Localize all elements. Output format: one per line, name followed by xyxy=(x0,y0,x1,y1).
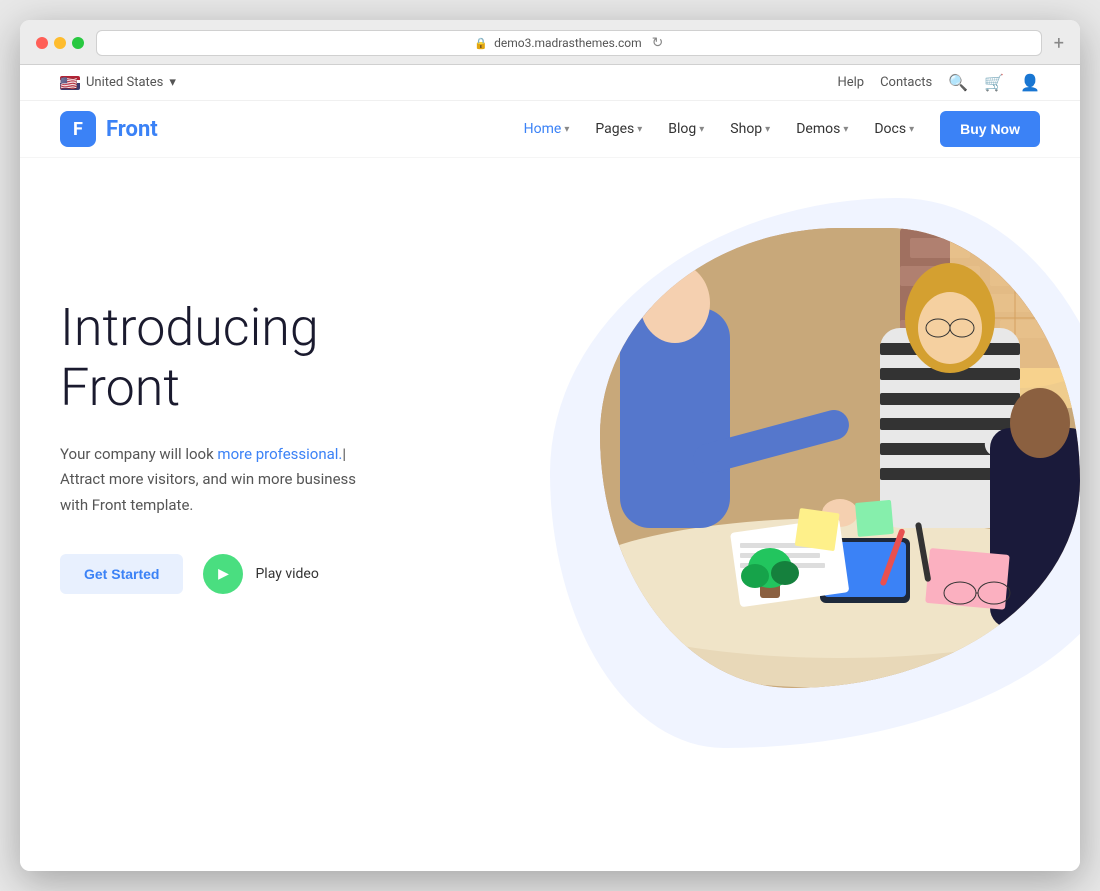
play-icon: ▶ xyxy=(203,554,243,594)
logo-icon: F xyxy=(60,111,96,147)
top-bar: 🇺🇸 United States ▾ Help Contacts 🔍 🛒 👤 xyxy=(20,65,1080,101)
nav-item-blog[interactable]: Blog ▾ xyxy=(658,115,714,143)
hero-desc-pipe: | xyxy=(342,445,346,463)
hero-title-line1: Introducing xyxy=(60,297,319,358)
lock-icon: 🔒 xyxy=(474,37,488,50)
nav-pages-chevron: ▾ xyxy=(637,124,642,135)
locale-selector[interactable]: 🇺🇸 United States ▾ xyxy=(60,75,176,90)
help-link[interactable]: Help xyxy=(837,75,864,90)
nav-home-chevron: ▾ xyxy=(564,124,569,135)
hero-desc-highlight: more professional. xyxy=(217,445,342,463)
search-icon[interactable]: 🔍 xyxy=(948,73,968,92)
nav-item-docs[interactable]: Docs ▾ xyxy=(864,115,924,143)
office-photo xyxy=(600,228,1080,688)
nav-docs-chevron: ▾ xyxy=(909,124,914,135)
office-svg xyxy=(600,228,1080,688)
logo-letter: F xyxy=(73,119,83,140)
hero-actions: Get Started ▶ Play video xyxy=(60,554,510,594)
hero-section: Introducing Front Your company will look… xyxy=(20,158,1080,871)
hero-image xyxy=(600,228,1080,688)
nav-home-label: Home xyxy=(524,121,562,137)
logo[interactable]: F Front xyxy=(60,111,158,147)
play-video-button[interactable]: ▶ Play video xyxy=(203,554,318,594)
nav-demos-chevron: ▾ xyxy=(843,124,848,135)
nav-shop-label: Shop xyxy=(730,121,762,137)
nav-links: Home ▾ Pages ▾ Blog ▾ Shop ▾ Demos ▾ xyxy=(514,111,1040,147)
user-icon[interactable]: 👤 xyxy=(1020,73,1040,92)
hero-title: Introducing Front xyxy=(60,298,510,418)
minimize-button[interactable] xyxy=(54,37,66,49)
nav-pages-label: Pages xyxy=(595,121,634,137)
hero-desc-after: Attract more visitors, and win more busi… xyxy=(60,470,356,514)
hero-visual xyxy=(540,188,1080,748)
nav-item-shop[interactable]: Shop ▾ xyxy=(720,115,780,143)
buy-now-button[interactable]: Buy Now xyxy=(940,111,1040,147)
browser-chrome: 🔒 demo3.madrasthemes.com ↻ + xyxy=(20,20,1080,65)
flag-icon: 🇺🇸 xyxy=(60,76,80,90)
address-bar[interactable]: 🔒 demo3.madrasthemes.com ↻ xyxy=(96,30,1042,56)
play-video-label: Play video xyxy=(255,566,318,582)
new-tab-button[interactable]: + xyxy=(1054,33,1064,54)
locale-text: United States xyxy=(86,75,163,90)
website-content: 🇺🇸 United States ▾ Help Contacts 🔍 🛒 👤 F… xyxy=(20,65,1080,871)
url-text: demo3.madrasthemes.com xyxy=(494,36,642,50)
maximize-button[interactable] xyxy=(72,37,84,49)
top-bar-right: Help Contacts 🔍 🛒 👤 xyxy=(837,73,1040,92)
main-nav: F Front Home ▾ Pages ▾ Blog ▾ Shop xyxy=(20,101,1080,158)
nav-demos-label: Demos xyxy=(796,121,840,137)
get-started-button[interactable]: Get Started xyxy=(60,554,183,594)
nav-blog-chevron: ▾ xyxy=(699,124,704,135)
hero-title-line2: Front xyxy=(60,357,180,418)
logo-text: Front xyxy=(106,117,158,142)
cart-icon[interactable]: 🛒 xyxy=(984,73,1004,92)
browser-window: 🔒 demo3.madrasthemes.com ↻ + 🇺🇸 United S… xyxy=(20,20,1080,871)
nav-item-home[interactable]: Home ▾ xyxy=(514,115,580,143)
hero-desc-before: Your company will look xyxy=(60,445,217,463)
locale-chevron: ▾ xyxy=(169,75,176,90)
nav-item-pages[interactable]: Pages ▾ xyxy=(585,115,652,143)
hero-content: Introducing Front Your company will look… xyxy=(60,218,510,594)
nav-shop-chevron: ▾ xyxy=(765,124,770,135)
nav-blog-label: Blog xyxy=(668,121,696,137)
close-button[interactable] xyxy=(36,37,48,49)
hero-description: Your company will look more professional… xyxy=(60,442,380,519)
nav-item-demos[interactable]: Demos ▾ xyxy=(786,115,858,143)
nav-docs-label: Docs xyxy=(874,121,906,137)
refresh-icon[interactable]: ↻ xyxy=(652,35,664,51)
traffic-lights xyxy=(36,37,84,49)
contacts-link[interactable]: Contacts xyxy=(880,75,932,90)
